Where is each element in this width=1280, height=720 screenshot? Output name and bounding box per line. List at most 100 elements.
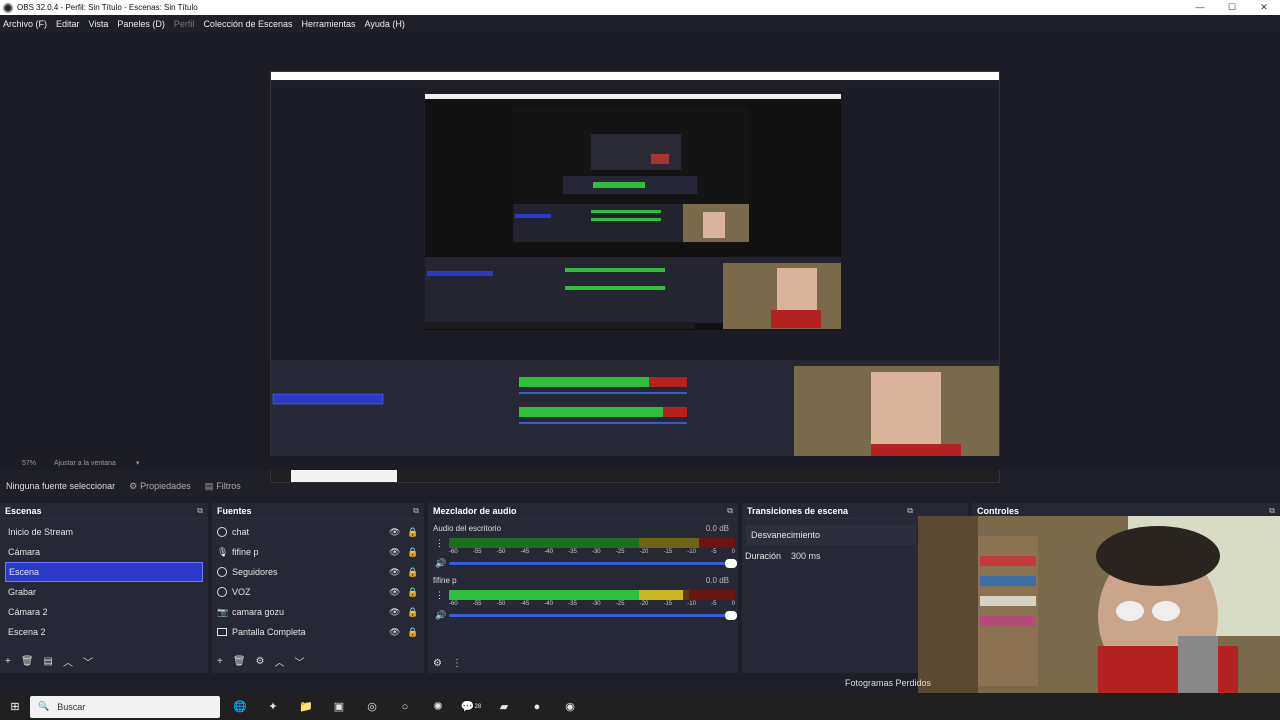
microphone-icon: 🎙	[217, 546, 229, 557]
search-icon: 🔍	[38, 701, 50, 711]
scene-item[interactable]: Escena 2	[5, 622, 203, 642]
scene-item[interactable]: Cámara	[5, 542, 203, 562]
mixer-channel-fifine: fifine p 0.0 dB ⋮ -60 -55 -50 -45 -40 -35 -30-…	[433, 576, 737, 624]
whatsapp-icon[interactable]: 💬 28	[458, 696, 484, 718]
speaker-icon[interactable]: 🔊	[435, 610, 446, 621]
source-properties-icon[interactable]: ⚙	[256, 656, 265, 667]
dock-popout-icon[interactable]: ⧉	[907, 506, 913, 516]
chrome-icon[interactable]: ◎	[359, 696, 385, 718]
scene-item[interactable]: Grabar	[5, 582, 203, 602]
opera-icon[interactable]: ○	[392, 696, 418, 718]
controls-dock: Controles ⧉	[972, 503, 1280, 519]
remove-scene-icon[interactable]: 🗑	[21, 656, 34, 667]
remove-source-icon[interactable]: 🗑	[233, 656, 246, 667]
lock-icon[interactable]: 🔒	[407, 567, 418, 578]
menu-vista[interactable]: Vista	[89, 19, 109, 29]
visibility-eye-icon[interactable]: 👁	[389, 547, 400, 558]
volume-slider[interactable]	[449, 559, 737, 568]
app-icon[interactable]: ▣	[326, 696, 352, 718]
dock-popout-icon[interactable]: ⧉	[1269, 506, 1275, 516]
spotify-icon[interactable]: ●	[524, 696, 550, 718]
visibility-eye-icon[interactable]: 👁	[389, 587, 400, 598]
menu-ayuda[interactable]: Ayuda (H)	[365, 19, 405, 29]
menu-editar[interactable]: Editar	[56, 19, 80, 29]
channel-db: 0.0 dB	[705, 576, 729, 585]
zoom-bar: 57% Ajustar a la ventana ▾	[0, 456, 1280, 470]
source-item[interactable]: VOZ 👁 🔒	[217, 582, 419, 602]
chatgpt-icon[interactable]: ✺	[425, 696, 451, 718]
lock-icon[interactable]: 🔒	[407, 547, 418, 558]
preview-area	[0, 32, 1280, 483]
lock-icon[interactable]: 🔒	[407, 627, 418, 638]
audio-mixer-dock: Mezclador de audio ⧉ Audio del escritorio…	[428, 503, 738, 673]
scene-item[interactable]: Cámara 2	[5, 602, 203, 622]
lock-icon[interactable]: 🔒	[407, 527, 418, 538]
sticky-notes-icon[interactable]: ▰	[491, 696, 517, 718]
scene-item-selected[interactable]: Escena	[5, 562, 203, 582]
zoom-fit-dropdown[interactable]: Ajustar a la ventana ▾	[54, 459, 139, 467]
minimize-button[interactable]: —	[1184, 2, 1216, 13]
lock-icon[interactable]: 🔒	[407, 607, 418, 618]
lock-icon[interactable]: 🔒	[407, 587, 418, 598]
move-down-icon[interactable]: ﹀	[295, 654, 305, 669]
filters-button[interactable]: ▤ Filtros	[205, 481, 241, 492]
edge-icon[interactable]: 🌐	[227, 696, 253, 718]
add-source-icon[interactable]: +	[217, 656, 223, 667]
source-item[interactable]: Seguidores 👁 🔒	[217, 562, 419, 582]
move-up-icon[interactable]: ︿	[275, 654, 285, 669]
zoom-percent[interactable]: 57%	[22, 460, 36, 467]
move-down-icon[interactable]: ﹀	[83, 654, 93, 669]
menu-herramientas[interactable]: Herramientas	[302, 19, 356, 29]
mixer-menu-icon[interactable]: ⋮	[452, 658, 462, 669]
scene-item[interactable]: Inicio de Stream	[5, 522, 203, 542]
no-source-label: Ninguna fuente seleccionar	[6, 481, 116, 491]
dock-popout-icon[interactable]: ⧉	[413, 506, 419, 516]
source-item[interactable]: chat 👁 🔒	[217, 522, 419, 542]
level-meter	[449, 538, 735, 548]
visibility-eye-icon[interactable]: 👁	[389, 627, 400, 638]
properties-button[interactable]: ⚙ Propiedades	[129, 481, 191, 492]
speaker-icon[interactable]: 🔊	[435, 558, 446, 569]
advanced-audio-icon[interactable]: ⚙	[433, 658, 442, 669]
source-item[interactable]: Pantalla Completa 👁 🔒	[217, 622, 419, 642]
program-preview[interactable]	[270, 71, 1000, 483]
transition-select[interactable]: Desvanecimiento	[746, 525, 916, 545]
frames-status: Fotogramas Perdidos	[845, 678, 932, 688]
controls-title: Controles	[977, 505, 1020, 516]
duration-input[interactable]: 300 ms	[791, 551, 821, 561]
file-explorer-icon[interactable]: 📁	[293, 696, 319, 718]
menu-bar: Archivo (F) Editar Vista Paneles (D) Per…	[0, 16, 1280, 32]
channel-menu-icon[interactable]: ⋮	[435, 538, 444, 549]
browser-icon	[217, 587, 227, 597]
gear-icon: ⚙	[129, 480, 138, 491]
visibility-eye-icon[interactable]: 👁	[389, 527, 400, 538]
menu-perfil[interactable]: Perfil	[174, 19, 195, 29]
taskbar-search[interactable]: 🔍 Buscar	[30, 695, 220, 718]
add-scene-icon[interactable]: +	[5, 656, 11, 667]
visibility-eye-icon[interactable]: 👁	[389, 607, 400, 618]
volume-slider[interactable]	[449, 611, 737, 620]
windows-start-icon[interactable]: ⊞	[0, 700, 30, 713]
visibility-eye-icon[interactable]: 👁	[389, 567, 400, 578]
move-up-icon[interactable]: ︿	[63, 654, 73, 669]
channel-menu-icon[interactable]: ⋮	[435, 590, 444, 601]
filter-icon: ▤	[204, 480, 214, 491]
maximize-button[interactable]: ☐	[1216, 2, 1248, 13]
scenes-title: Escenas	[5, 505, 42, 516]
webcam-overlay	[918, 516, 1280, 693]
copilot-icon[interactable]: ✦	[260, 696, 286, 718]
scenes-dock: Escenas ⧉ Inicio de Stream Cámara Escena …	[0, 503, 208, 673]
obs-icon[interactable]: ◉	[557, 696, 583, 718]
scene-filters-icon[interactable]: ▤	[44, 656, 53, 667]
recursive-screen-capture	[271, 72, 999, 482]
slider-knob[interactable]	[725, 559, 737, 568]
close-button[interactable]: ✕	[1248, 2, 1280, 13]
dock-popout-icon[interactable]: ⧉	[197, 506, 203, 516]
source-item[interactable]: 📷 camara gozu 👁 🔒	[217, 602, 419, 622]
slider-knob[interactable]	[725, 611, 737, 620]
source-item[interactable]: 🎙 fifine p 👁 🔒	[217, 542, 419, 562]
menu-coleccion[interactable]: Colección de Escenas	[203, 19, 292, 29]
menu-paneles[interactable]: Paneles (D)	[117, 19, 165, 29]
dock-popout-icon[interactable]: ⧉	[727, 506, 733, 516]
menu-archivo[interactable]: Archivo (F)	[3, 19, 47, 29]
